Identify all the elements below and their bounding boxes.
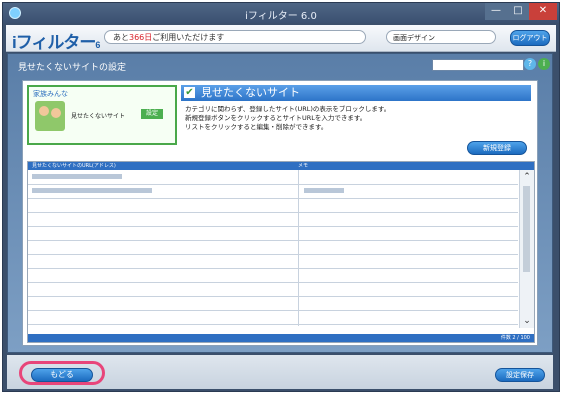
- toolbar: iフィルター6 あと366日ご利用いただけます 画面デザイン ログアウト: [6, 25, 556, 52]
- info-icon[interactable]: i: [538, 58, 550, 70]
- logout-button[interactable]: ログアウト: [510, 30, 550, 46]
- scroll-thumb[interactable]: [523, 186, 530, 272]
- profile-label: 見せたくないサイト: [71, 113, 126, 120]
- column-header-memo[interactable]: メモ: [298, 162, 308, 170]
- app-window: iフィルター 6.0 — □ ✕ iフィルター6 あと366日ご利用いただけます…: [2, 2, 560, 392]
- section-title: 見せたくないサイトの設定: [18, 63, 127, 73]
- design-selector[interactable]: 画面デザイン: [386, 30, 496, 44]
- license-notice: あと366日ご利用いただけます: [104, 30, 366, 44]
- table-header: 見せたくないサイトのURL(アドレス) メモ: [28, 162, 534, 170]
- remaining-days: 366日: [129, 33, 153, 42]
- table-row[interactable]: [28, 254, 518, 269]
- section-search-box[interactable]: [432, 59, 524, 71]
- family-avatar: [35, 101, 65, 131]
- footer-bar: もどる 設定保存: [7, 355, 553, 389]
- back-button[interactable]: もどる: [31, 368, 93, 382]
- table-row[interactable]: [28, 170, 518, 185]
- table-row[interactable]: [28, 310, 518, 325]
- maximize-button[interactable]: □: [507, 3, 529, 20]
- table-row[interactable]: [28, 296, 518, 311]
- window-title: iフィルター 6.0: [245, 11, 317, 22]
- table-row[interactable]: [28, 282, 518, 297]
- column-divider: [298, 170, 299, 326]
- table-row[interactable]: [28, 198, 518, 213]
- settings-panel: 家族みんな 見せたくないサイト 設定 ✔ 見せたくないサイト カテゴリに関わらず…: [22, 80, 538, 346]
- profile-card[interactable]: 家族みんな 見せたくないサイト 設定: [27, 85, 177, 145]
- new-registration-button[interactable]: 新規登録: [467, 141, 527, 155]
- chevron-down-icon[interactable]: ⌄: [520, 316, 534, 326]
- blocked-sites-table: 見せたくないサイトのURL(アドレス) メモ ⌃ ⌄ 件数 2 / 100: [27, 161, 535, 343]
- chevron-up-icon[interactable]: ⌃: [520, 172, 534, 182]
- table-footer: 件数 2 / 100: [28, 334, 534, 342]
- app-logo: iフィルター6: [12, 33, 100, 52]
- main-content: 見せたくないサイトの設定 ? i 家族みんな 見せたくないサイト 設定 ✔ 見せ…: [7, 53, 553, 353]
- table-row[interactable]: [28, 240, 518, 255]
- minimize-button[interactable]: —: [485, 3, 507, 20]
- check-icon: ✔: [184, 87, 195, 98]
- table-row[interactable]: [28, 226, 518, 241]
- table-row[interactable]: [28, 212, 518, 227]
- table-row[interactable]: [28, 268, 518, 283]
- info-description: カテゴリに関わらず、登録したサイト(URL)の表示をブロックします。 新規登録ボ…: [185, 105, 391, 131]
- table-row[interactable]: [28, 184, 518, 199]
- profile-name: 家族みんな: [33, 90, 68, 98]
- help-icon[interactable]: ?: [524, 58, 536, 70]
- info-heading: ✔ 見せたくないサイト: [181, 85, 531, 101]
- close-button[interactable]: ✕: [529, 3, 557, 20]
- column-header-url[interactable]: 見せたくないサイトのURL(アドレス): [32, 162, 116, 170]
- title-bar: iフィルター 6.0 — □ ✕: [3, 3, 559, 23]
- save-settings-button[interactable]: 設定保存: [495, 368, 545, 382]
- profile-settings-button[interactable]: 設定: [141, 109, 163, 119]
- table-scrollbar[interactable]: ⌃ ⌄: [519, 170, 534, 328]
